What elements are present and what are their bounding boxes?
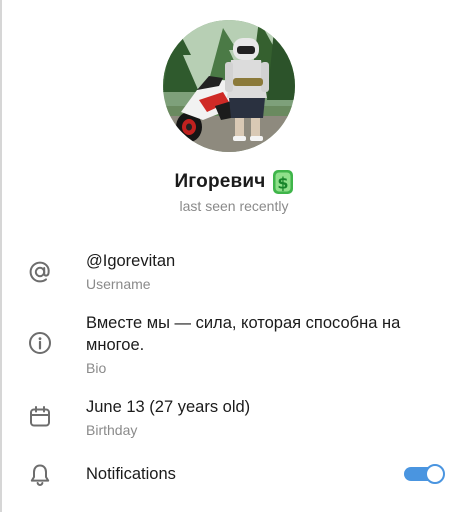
at-sign-icon xyxy=(27,259,53,285)
notifications-toggle[interactable] xyxy=(404,464,445,484)
notifications-label: Notifications xyxy=(86,465,176,483)
toggle-knob xyxy=(425,464,445,484)
username-label: Username xyxy=(86,276,151,292)
profile-avatar[interactable] xyxy=(163,20,295,152)
bio-label: Bio xyxy=(86,360,107,376)
svg-text:$: $ xyxy=(277,174,288,193)
last-seen-status: last seen recently xyxy=(179,198,289,214)
username-value: @Igorevitan xyxy=(86,252,176,270)
calendar-icon xyxy=(27,404,53,430)
dollar-emoji-icon[interactable]: $ xyxy=(272,169,294,195)
bell-icon xyxy=(27,462,53,488)
birthday-label: Birthday xyxy=(86,422,138,438)
profile-name: Игоревич xyxy=(174,171,266,192)
info-icon xyxy=(27,330,53,356)
username-row[interactable]: @Igorevitan Username xyxy=(0,248,468,296)
profile-name-row: Игоревич $ xyxy=(0,165,468,199)
birthday-value: June 13 (27 years old) xyxy=(86,398,251,416)
avatar-photo xyxy=(163,20,295,152)
birthday-row[interactable]: June 13 (27 years old) Birthday xyxy=(0,394,468,442)
bio-row[interactable]: Вместе мы — сила, которая способна на мн… xyxy=(0,310,468,380)
notifications-row[interactable]: Notifications xyxy=(0,456,468,496)
bio-value: Вместе мы — сила, которая способна на мн… xyxy=(86,314,401,354)
